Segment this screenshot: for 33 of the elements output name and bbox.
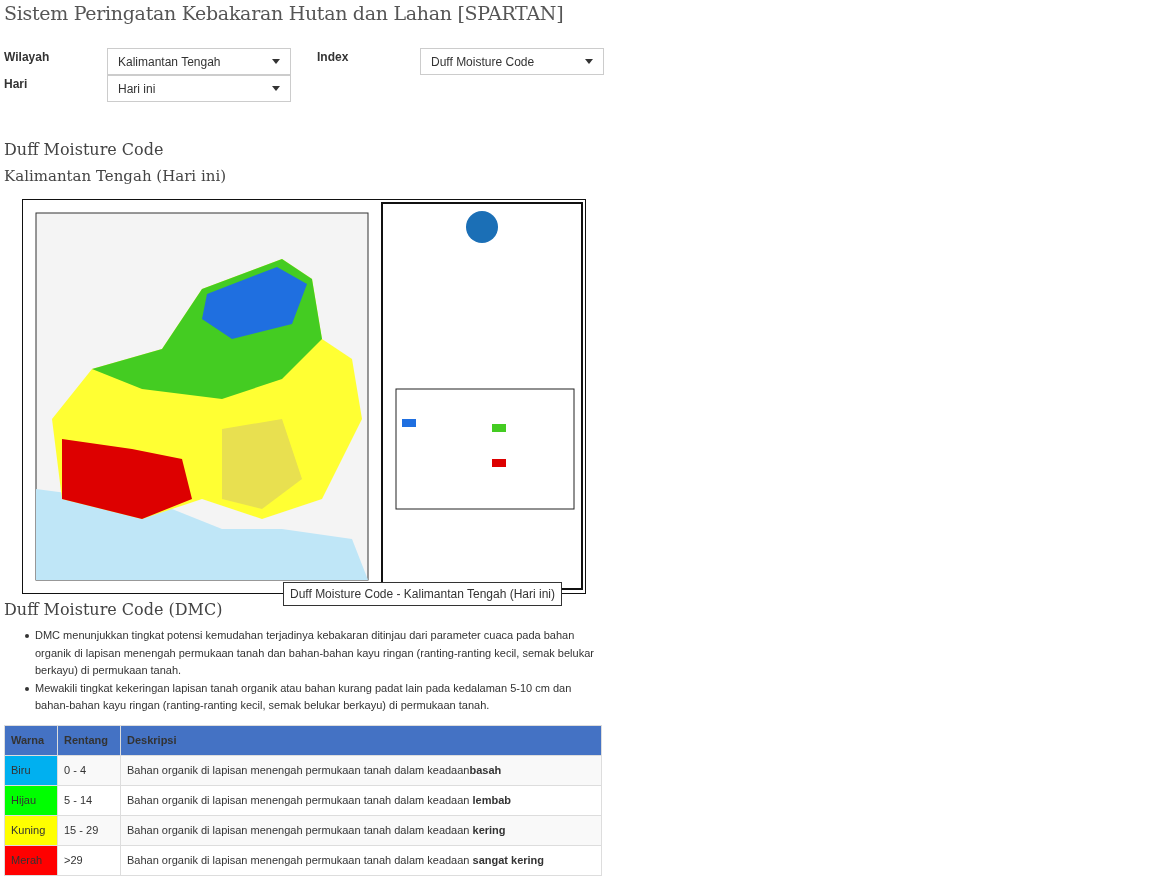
table-cell: Biru: [4, 755, 58, 785]
caret-icon: [272, 59, 280, 64]
table-cell: Bahan organik di lapisan menengah permukaan tanah dalam keadaan sangat kering: [120, 845, 602, 875]
page-title: Sistem Peringatan Kebakaran Hutan dan Lahan [SPARTAN]: [4, 2, 565, 24]
bullet-text: DMC menunjukkan tingkat potensi kemudahan terjadinya kebakaran ditinjau dari parameter cuaca pada bahan organik di lapisan menengah permukaan tanah dan bahan-bahan kayu ringan (ranting-ranting kecil, semak belukar berkayu) di permukaan tanah.: [35, 628, 595, 678]
table-cell: Hijau: [4, 785, 58, 815]
table-cell: Bahan organik di lapisan menengah permukaan tanah dalam keadaan lembab: [120, 785, 602, 815]
field-label: Hari: [4, 76, 29, 91]
table-cell: Merah: [4, 845, 58, 875]
table-cell: Bahan organik di lapisan menengah permukaan tanah dalam keadaan kering: [120, 815, 602, 845]
dropdown[interactable]: Hari ini: [107, 75, 291, 102]
bullet-icon: [25, 686, 29, 691]
table-cell: Kuning: [4, 815, 58, 845]
bullet-text: Mewakili tingkat kekeringan lapisan tanah organik atau bahan kurang padat lain pada kedalaman 5-10 cm dan bahan-bahan kayu ringan (ranting-ranting kecil, semak belukar berkayu) di permukaan tanah.: [35, 680, 573, 713]
bullet-icon: [25, 634, 29, 638]
info-title: Duff Moisture Code (DMC): [4, 600, 224, 619]
table-cell: Bahan organik di lapisan menengah permukaan tanah dalam keadaanbasah: [120, 755, 602, 785]
dropdown[interactable]: Kalimantan Tengah: [107, 48, 291, 75]
field-label: Index: [317, 49, 350, 64]
field-label: Wilayah: [4, 49, 51, 64]
column-header: Rentang: [57, 725, 121, 755]
dropdown[interactable]: Duff Moisture Code: [420, 48, 604, 75]
caret-icon: [272, 86, 280, 91]
section-subtitle: Kalimantan Tengah (Hari ini): [4, 167, 228, 185]
table-cell: 5 - 14: [57, 785, 121, 815]
column-header: Deskripsi: [120, 725, 602, 755]
table-cell: 0 - 4: [57, 755, 121, 785]
section-title: Duff Moisture Code: [4, 140, 165, 159]
table-cell: >29: [57, 845, 121, 875]
tooltip: Duff Moisture Code - Kalimantan Tengah (Hari ini): [283, 582, 562, 606]
column-header: Warna: [4, 725, 58, 755]
caret-icon: [585, 59, 593, 64]
table-cell: 15 - 29: [57, 815, 121, 845]
